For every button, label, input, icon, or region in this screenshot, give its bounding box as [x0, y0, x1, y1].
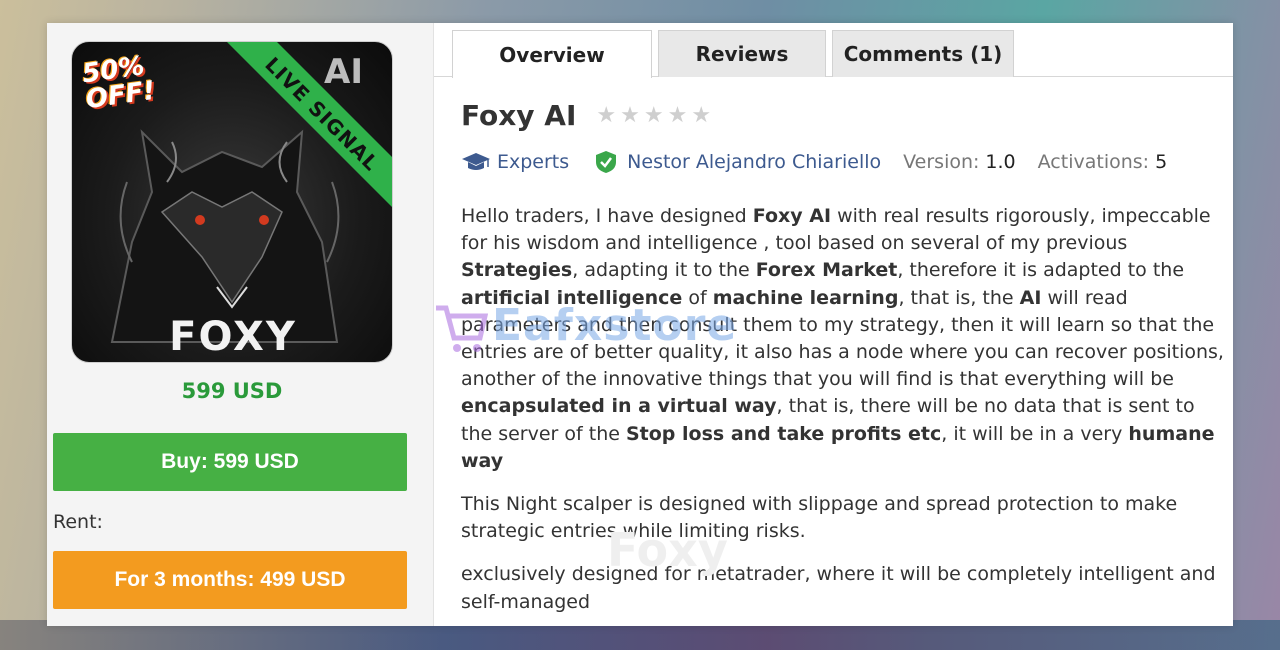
description-bold-run: encapsulated in a virtual way — [461, 395, 777, 418]
description-run: of — [682, 286, 713, 309]
tab-overview[interactable]: Overview — [452, 30, 652, 78]
rating-stars[interactable]: ★ ★ ★ ★ ★ — [596, 104, 711, 127]
rent-label: Rent: — [53, 511, 103, 533]
description-paragraph-1: Hello traders, I have designed Foxy AI w… — [461, 203, 1231, 475]
verified-shield-icon — [596, 151, 617, 173]
tab-comments[interactable]: Comments (1) — [832, 30, 1014, 77]
product-image[interactable]: 50% OFF! LIVE SIGNAL AI FOXY — [71, 41, 393, 363]
description-paragraph-3: exclusively designed for metatrader, whe… — [461, 563, 1216, 613]
description-bold-run: artificial intelligence — [461, 286, 683, 309]
description-bold-run: AI — [1019, 286, 1042, 309]
brand-text: FOXY — [169, 314, 297, 360]
product-title: Foxy AI — [461, 99, 577, 132]
category-label[interactable]: Experts — [497, 151, 569, 173]
version-value: 1.0 — [985, 151, 1016, 173]
description-run: , it will be in a very — [941, 422, 1129, 445]
version-info: Version: 1.0 — [903, 151, 1016, 173]
description-run: , that is, the — [898, 286, 1020, 309]
discount-badge: 50% OFF! — [80, 51, 158, 116]
description-run: Hello traders, I have designed — [461, 205, 753, 227]
graduation-cap-icon — [462, 153, 490, 170]
product-sidebar: 50% OFF! LIVE SIGNAL AI FOXY 599 USD Buy… — [47, 23, 434, 626]
star-icon[interactable]: ★ — [668, 104, 688, 127]
star-icon[interactable]: ★ — [620, 104, 640, 127]
author-link[interactable]: Nestor Alejandro Chiariello — [591, 150, 881, 174]
right-eye — [259, 215, 269, 225]
description-run: , adapting it to the — [572, 259, 756, 282]
product-panel: 50% OFF! LIVE SIGNAL AI FOXY 599 USD Buy… — [47, 23, 1233, 626]
rent-3-months-button[interactable]: For 3 months: 499 USD — [53, 551, 407, 609]
category-link[interactable]: Experts — [461, 150, 569, 174]
activations-value: 5 — [1155, 151, 1168, 173]
description-bold-run: Forex Market — [755, 259, 898, 282]
author-name[interactable]: Nestor Alejandro Chiariello — [627, 151, 881, 173]
description-bold-run: Foxy AI — [752, 205, 832, 227]
title-row: Foxy AI ★ ★ ★ ★ ★ — [461, 99, 711, 132]
ai-corner-text: AI — [324, 52, 363, 92]
product-meta: Experts Nestor Alejandro Chiariello Vers… — [461, 150, 1189, 174]
description-paragraph-2: This Night scalper is designed with slip… — [461, 493, 1178, 543]
description-bold-run: machine learning — [712, 286, 899, 309]
product-description: Hello traders, I have designed Foxy AI w… — [461, 203, 1231, 626]
activations-info: Activations: 5 — [1038, 151, 1168, 173]
star-icon[interactable]: ★ — [596, 104, 616, 127]
activations-key: Activations: — [1037, 151, 1150, 173]
tab-bar: Overview Reviews Comments (1) — [434, 23, 1233, 78]
tab-reviews[interactable]: Reviews — [658, 30, 826, 77]
description-run: , therefore it is adapted to the — [897, 259, 1185, 282]
description-bold-run: Stop loss and take profits etc — [625, 422, 942, 445]
left-eye — [195, 215, 205, 225]
description-bold-run: Strategies — [461, 259, 573, 282]
price-display: 599 USD — [181, 379, 283, 403]
star-icon[interactable]: ★ — [691, 104, 711, 127]
buy-button[interactable]: Buy: 599 USD — [53, 433, 407, 491]
version-key: Version: — [903, 151, 980, 173]
star-icon[interactable]: ★ — [644, 104, 664, 127]
